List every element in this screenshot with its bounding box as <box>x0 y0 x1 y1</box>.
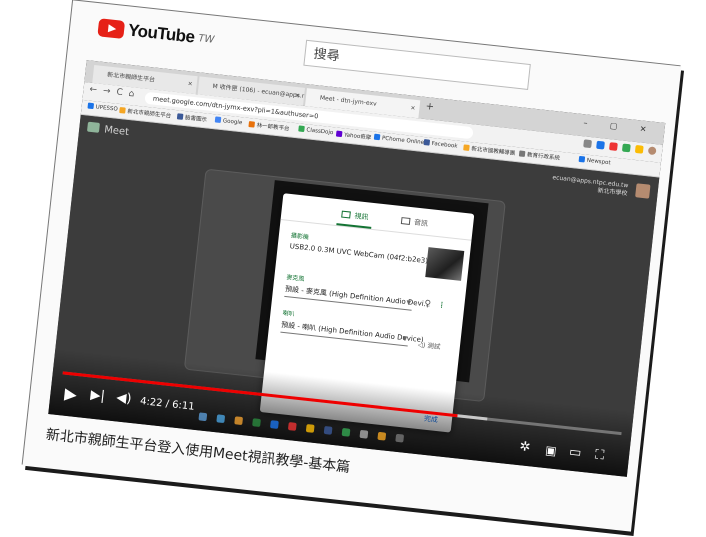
bookmark-item[interactable]: 教育行政系統 <box>518 149 561 162</box>
camera-select[interactable]: USB2.0 0.3M UVC WebCam (04f2:b2e3) <box>289 242 428 265</box>
youtube-logo[interactable]: YouTube TW <box>97 17 215 49</box>
extension-icon[interactable] <box>596 140 605 150</box>
window-controls[interactable]: – ▢ ✕ <box>583 118 657 135</box>
tab-label: 新北市親師生平台 <box>106 71 156 84</box>
bookmark-item[interactable]: Newspot <box>578 155 611 166</box>
bookmark-item[interactable]: 新北市親師生平台 <box>119 106 172 120</box>
bookmark-item[interactable]: 林一郎教平台 <box>248 120 290 132</box>
star-icon[interactable] <box>583 139 592 149</box>
bookmark-item[interactable]: Google <box>214 116 243 126</box>
close-icon[interactable]: × <box>187 75 194 93</box>
extension-icon[interactable] <box>609 142 618 151</box>
taskbar-icons <box>198 412 405 443</box>
miniplayer-icon[interactable]: ▣ <box>545 443 558 458</box>
extension-icon[interactable] <box>621 143 631 153</box>
theater-mode-icon[interactable]: ▭ <box>568 445 582 461</box>
search-input[interactable]: 搜尋 <box>303 39 531 90</box>
user-account[interactable]: ecuan@apps.ntpc.edu.tw 新北市學校 <box>551 174 629 198</box>
bookmark-item[interactable]: Facebook <box>423 139 458 150</box>
screenshot-card: YouTube TW 搜尋 新北市親師生平台 × M 收件匣 (106) - ec… <box>22 0 682 532</box>
play-icon[interactable]: ▶ <box>64 384 78 404</box>
bookmark-item[interactable]: ClassDojo <box>298 125 334 136</box>
avatar[interactable] <box>635 183 651 199</box>
nav-arrows-icon[interactable]: ←→C⌂ <box>89 85 141 100</box>
bookmark-item[interactable]: UPESSO <box>87 102 118 113</box>
bookmark-item[interactable]: 新北市國教輔導團 <box>463 143 516 157</box>
time-display: 4:22 / 6:11 <box>139 395 196 413</box>
bookmark-item[interactable]: PChome Online <box>373 133 425 146</box>
video-icon <box>341 210 351 219</box>
close-icon[interactable]: × <box>409 99 416 117</box>
next-icon[interactable]: ▶| <box>90 388 106 404</box>
youtube-play-icon <box>97 18 126 39</box>
chevron-down-icon[interactable]: ▼ <box>406 299 411 306</box>
youtube-wordmark: YouTube <box>127 20 196 47</box>
speaker-label: 喇叭 <box>282 309 295 319</box>
profile-icon[interactable] <box>647 146 657 156</box>
bookmark-item[interactable]: 臉書圖示 <box>176 112 208 123</box>
chevron-down-icon[interactable]: ▼ <box>402 335 407 342</box>
meet-camera-icon <box>86 121 100 133</box>
settings-gear-icon[interactable]: ✲ <box>519 439 531 455</box>
fullscreen-icon[interactable]: ⛶ <box>594 447 605 463</box>
region-label: TW <box>197 32 215 46</box>
speaker-test-button[interactable]: ◁) 測試 <box>417 339 441 351</box>
video-player[interactable]: 新北市親師生平台 × M 收件匣 (106) - ecuan@apps.nt...… <box>48 60 666 477</box>
extension-icon[interactable] <box>634 144 644 154</box>
close-icon[interactable]: × <box>294 87 301 105</box>
camera-label: 攝影機 <box>290 232 310 242</box>
mic-label: 麥克風 <box>285 274 305 283</box>
audio-level-icon: ⁞ <box>439 300 444 312</box>
volume-icon[interactable]: ◀) <box>116 390 133 407</box>
mic-icon: ⚲ <box>423 299 432 310</box>
bookmark-item[interactable]: Yahoo奇摩 <box>335 130 372 141</box>
meet-logo: Meet <box>86 121 130 138</box>
new-tab-button[interactable]: + <box>425 101 435 113</box>
tab-video[interactable]: 視訊 <box>341 210 369 223</box>
camera-icon <box>400 217 411 225</box>
camera-thumbnail <box>425 247 465 281</box>
tab-audio[interactable]: 音訊 <box>400 216 429 229</box>
tab-label: Meet - dtn-jym-exv <box>319 94 377 108</box>
buffered-bar <box>457 414 488 421</box>
